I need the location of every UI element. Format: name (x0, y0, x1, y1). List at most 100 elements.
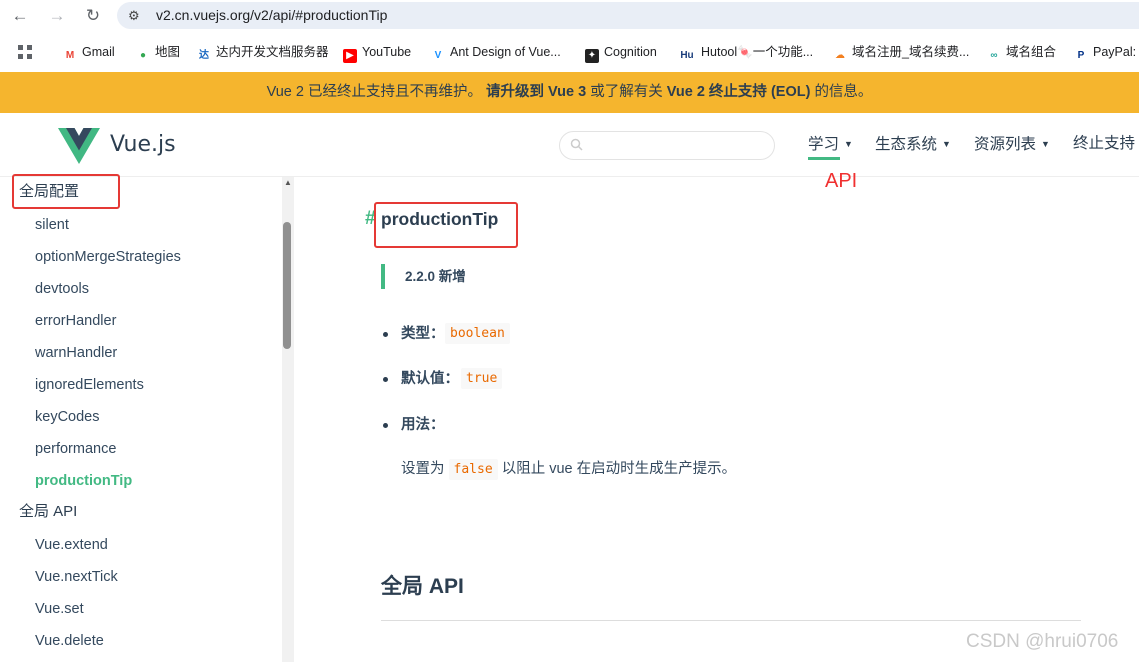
bookmark-paypal[interactable]: P PayPal: S (1074, 44, 1139, 63)
tarena-icon: 达 (197, 49, 211, 63)
nav-label: 学习 (808, 136, 840, 153)
section-heading-global-api: 全局 API (381, 575, 464, 598)
bookmark-label: Gmail (82, 45, 115, 59)
bullet-icon (383, 377, 388, 382)
sidebar-item-productionTip[interactable]: productionTip (35, 471, 132, 491)
sidebar-item-silent[interactable]: silent (35, 215, 69, 235)
url-text[interactable]: v2.cn.vuejs.org/v2/api/#productionTip (156, 7, 387, 24)
logo-text[interactable]: Vue.js (110, 131, 176, 159)
type-value: boolean (445, 323, 510, 344)
bookmark-label: Cognition (604, 45, 657, 59)
nav-label: 终止支持 (1073, 135, 1136, 152)
sidebar-item-warnHandler[interactable]: warnHandler (35, 343, 117, 363)
bookmark-tarena[interactable]: 达达内开发文档服务器 (197, 44, 329, 63)
vue-logo-icon[interactable] (58, 128, 100, 164)
main-content: # productionTip 2.2.0 新增 类型： boolean 默认值… (294, 177, 1139, 662)
sidebar-section-global-api[interactable]: 全局 API (19, 502, 77, 522)
reload-icon[interactable]: ↻ (82, 5, 104, 27)
search-box[interactable] (559, 131, 775, 160)
sidebar-scrollbar[interactable]: ▲ (282, 177, 294, 662)
sidebar-item-errorHandler[interactable]: errorHandler (35, 311, 116, 331)
divider (381, 620, 1081, 621)
sidebar-item-performance[interactable]: performance (35, 439, 116, 459)
banner-eol-link[interactable]: Vue 2 终止支持 (EOL) (667, 84, 811, 100)
nav-label: 生态系统 (875, 136, 938, 153)
eol-banner: Vue 2 已经终止支持且不再维护。 请升级到 Vue 3 或了解有关 Vue … (0, 72, 1139, 113)
sidebar-item-vue-extend[interactable]: Vue.extend (35, 535, 108, 555)
back-icon[interactable]: ← (9, 5, 31, 27)
bookmark-antdv[interactable]: V Ant Design of Vue... (431, 44, 561, 63)
site-info-icon[interactable]: ⚙ (128, 7, 140, 24)
sidebar-item-optionMergeStrategies[interactable]: optionMergeStrategies (35, 247, 181, 267)
bullet-icon (383, 332, 388, 337)
scrollbar-thumb[interactable] (283, 222, 291, 349)
sidebar: 全局配置 silent optionMergeStrategies devtoo… (0, 177, 294, 662)
caret-down-icon: ▼ (942, 139, 951, 149)
default-label: 默认值： (401, 371, 459, 387)
bookmark-label: YouTube (362, 45, 412, 59)
sidebar-item-vue-nextTick[interactable]: Vue.nextTick (35, 567, 118, 587)
bookmark-maps[interactable]: ● 地图 (136, 44, 181, 63)
cognition-icon: ✦ (585, 49, 599, 63)
bullet-icon (383, 423, 388, 428)
nav-active-underline (808, 157, 840, 160)
usage-description: 设置为 false 以阻止 vue 在启动时生成生产提示。 (401, 457, 736, 482)
caret-down-icon: ▼ (1041, 139, 1050, 149)
youtube-icon: ▶ (343, 49, 357, 63)
bookmark-label: 域名注册_域名续费... (852, 45, 970, 59)
banner-text: 的信息。 (814, 84, 873, 100)
forward-icon[interactable]: → (46, 5, 68, 27)
annotation-box-productionTip (374, 202, 518, 248)
usage-text: 以阻止 vue 在启动时生成生产提示。 (501, 461, 737, 477)
nav-ecosystem[interactable]: 生态系统 ▼ (875, 133, 951, 156)
sidebar-item-vue-set[interactable]: Vue.set (35, 599, 84, 619)
search-icon (570, 138, 583, 151)
search-input[interactable] (590, 136, 766, 156)
annotation-api-label: API (825, 170, 858, 192)
address-bar[interactable]: ⚙ v2.cn.vuejs.org/v2/api/#productionTip (117, 2, 1139, 29)
domain-combo-icon: ∞ (987, 49, 1001, 63)
cloudflare-icon: ☁ (833, 49, 847, 63)
gmail-icon: M (63, 49, 77, 63)
usage-label: 用法： (401, 417, 445, 433)
scroll-up-icon[interactable]: ▲ (283, 177, 293, 189)
type-label: 类型： (401, 326, 445, 342)
antdv-icon: V (431, 49, 445, 63)
site-header: Vue.js 学习 ▼ 生态系统 ▼ 资源列表 ▼ 终止支持 (0, 113, 1139, 177)
nav-label: 资源列表 (974, 136, 1037, 153)
maps-icon: ● (136, 49, 150, 63)
bookmark-domain-combo[interactable]: ∞ 域名组合 (987, 44, 1057, 63)
sidebar-item-ignoredElements[interactable]: ignoredElements (35, 375, 144, 395)
bookmark-label: Ant Design of Vue... (450, 45, 561, 59)
version-tip: 2.2.0 新增 (405, 269, 466, 284)
bookmark-cloudflare[interactable]: ☁ 域名注册_域名续费... (833, 44, 970, 63)
annotation-box-global-config (12, 174, 120, 209)
bookmark-youtube[interactable]: ▶ YouTube (343, 44, 412, 63)
sidebar-item-keyCodes[interactable]: keyCodes (35, 407, 99, 427)
nav-resources[interactable]: 资源列表 ▼ (974, 133, 1050, 156)
tip-accent-bar (381, 264, 385, 289)
bookmark-label: PayPal: S (1093, 45, 1139, 59)
sidebar-item-vue-delete[interactable]: Vue.delete (35, 631, 104, 651)
bookmark-label: 域名组合 (1006, 45, 1057, 59)
bookmark-gmail[interactable]: M Gmail (63, 44, 115, 63)
bookmark-cognition[interactable]: ✦ Cognition (585, 44, 657, 63)
bookmark-hutool[interactable]: Hu Hutool🍬一个功能... (678, 44, 814, 63)
paypal-icon: P (1074, 49, 1088, 63)
usage-text: 设置为 (401, 461, 445, 477)
hutool-icon: Hu (678, 49, 696, 63)
bookmark-label: 地图 (155, 45, 181, 59)
default-value: true (461, 368, 503, 389)
nav-learn[interactable]: 学习 ▼ (808, 133, 853, 160)
caret-down-icon: ▼ (844, 139, 853, 149)
bookmark-label: Hutool🍬一个功能... (701, 45, 814, 59)
sidebar-item-devtools[interactable]: devtools (35, 279, 89, 299)
bookmarks-bar: M Gmail ● 地图 达达内开发文档服务器 ▶ YouTube V Ant Desi… (0, 37, 1139, 67)
usage-code: false (448, 459, 498, 480)
banner-upgrade-link[interactable]: 请升级到 Vue 3 (486, 84, 586, 100)
apps-icon[interactable] (17, 44, 33, 62)
nav-eol[interactable]: 终止支持 (1073, 133, 1135, 155)
banner-text: 或了解有关 (590, 84, 663, 100)
bookmark-label: 达内开发文档服务器 (216, 45, 329, 59)
browser-toolbar: ← → ↻ ⚙ v2.cn.vuejs.org/v2/api/#producti… (0, 0, 1139, 31)
